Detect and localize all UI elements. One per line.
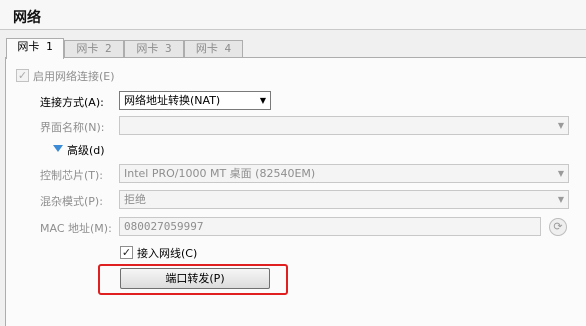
enable-adapter-checkbox[interactable]: ✓ <box>16 69 29 82</box>
promiscuous-mode-label: 混杂模式(P): <box>40 195 103 208</box>
mac-address-input[interactable]: 080027059997 <box>119 217 541 236</box>
enable-adapter-label: 启用网络连接(E) <box>33 70 115 83</box>
cable-connected-checkbox[interactable]: ✓ <box>120 246 133 259</box>
attached-to-value: 网络地址转换(NAT) <box>124 94 221 107</box>
page-title: 网络 <box>13 10 41 26</box>
tab-adapter-1[interactable]: 网卡 1 <box>6 38 64 59</box>
promiscuous-mode-select[interactable]: 拒绝 ▼ <box>119 190 569 209</box>
settings-header: 网络 <box>0 0 586 30</box>
cable-connected-label: 接入网线(C) <box>137 247 198 260</box>
chevron-down-icon: ▼ <box>557 195 564 204</box>
adapter-tabs: 网卡 1 网卡 2 网卡 3 网卡 4 <box>0 38 586 59</box>
chevron-down-icon: ▼ <box>557 121 564 130</box>
header-divider <box>0 29 586 30</box>
adapter-type-value: Intel PRO/1000 MT 桌面 (82540EM) <box>124 167 316 180</box>
tab-adapter-4[interactable]: 网卡 4 <box>184 40 243 58</box>
chevron-down-icon: ▼ <box>557 169 564 178</box>
chevron-down-icon: ▼ <box>259 96 266 105</box>
promiscuous-mode-value: 拒绝 <box>124 193 146 206</box>
attached-to-label: 连接方式(A): <box>40 96 104 109</box>
adapter-type-label: 控制芯片(T): <box>40 169 104 182</box>
interface-name-label: 界面名称(N): <box>40 121 105 134</box>
interface-name-select[interactable]: ▼ <box>119 116 569 135</box>
advanced-toggle[interactable]: 高级(d) <box>67 142 105 158</box>
attached-to-select[interactable]: 网络地址转换(NAT) ▼ <box>119 91 271 110</box>
refresh-icon[interactable]: ⟳ <box>549 218 567 236</box>
mac-address-label: MAC 地址(M): <box>40 222 112 235</box>
port-forwarding-button[interactable]: 端口转发(P) <box>120 268 270 289</box>
tab-adapter-2[interactable]: 网卡 2 <box>64 40 124 58</box>
adapter-type-select[interactable]: Intel PRO/1000 MT 桌面 (82540EM) ▼ <box>119 164 569 183</box>
tab-adapter-3[interactable]: 网卡 3 <box>124 40 184 58</box>
triangle-down-icon[interactable] <box>53 145 63 152</box>
